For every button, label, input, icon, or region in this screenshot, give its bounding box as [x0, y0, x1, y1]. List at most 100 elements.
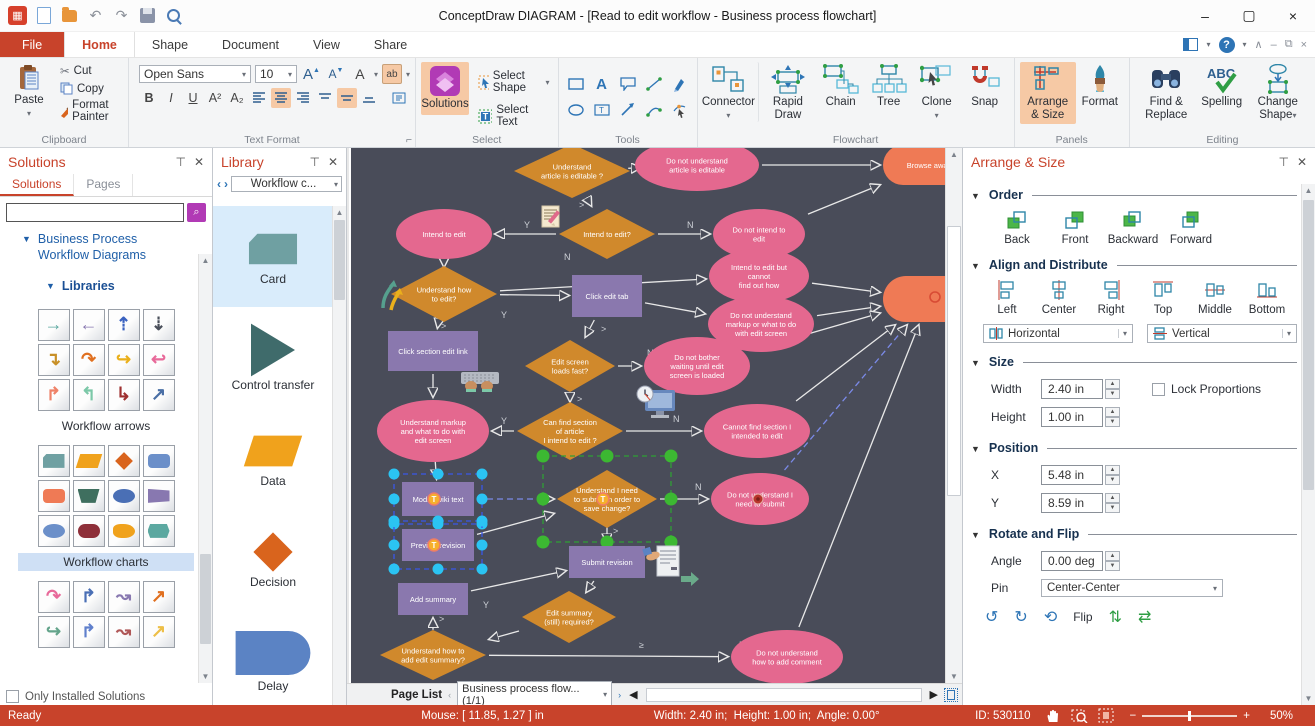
rectangle-tool[interactable]	[565, 73, 587, 95]
selection-handle[interactable]	[433, 469, 444, 480]
italic-button[interactable]: I	[161, 88, 181, 108]
height-down-icon[interactable]: ▼	[1105, 417, 1120, 427]
position-x-input[interactable]: 5.48 in	[1041, 465, 1103, 485]
shape-thumbnail[interactable]: ←	[73, 309, 105, 341]
pin-select[interactable]: Center-Center▾	[1041, 579, 1223, 597]
pin-icon[interactable]: ⊤	[309, 155, 319, 169]
shape-thumbnail[interactable]	[73, 480, 105, 512]
font-color-caret[interactable]: ▾	[374, 70, 378, 79]
selection-handle[interactable]	[601, 450, 614, 463]
next-page-icon[interactable]: ›	[616, 690, 623, 700]
shape-thumbnail[interactable]	[143, 515, 175, 547]
arrow-tool[interactable]	[617, 99, 639, 121]
tab-shape[interactable]: Shape	[135, 32, 205, 57]
tab-view[interactable]: View	[296, 32, 357, 57]
shape-thumbnail[interactable]	[143, 445, 175, 477]
subscript-button[interactable]: A₂	[227, 88, 247, 108]
underline-button[interactable]: U	[183, 88, 203, 108]
width-down-icon[interactable]: ▼	[1105, 389, 1120, 399]
selection-handle[interactable]	[389, 469, 400, 480]
align-bottom-button[interactable]	[359, 88, 379, 108]
selection-handle[interactable]	[389, 494, 400, 505]
x-up-icon[interactable]: ▲	[1105, 465, 1120, 475]
shape-thumbnail[interactable]: →	[38, 309, 70, 341]
canvas-vscrollbar[interactable]: ▲ ▼	[945, 148, 962, 683]
shape-thumbnail[interactable]: ↰	[73, 379, 105, 411]
superscript-button[interactable]: A²	[205, 88, 225, 108]
close-button[interactable]: ×	[1271, 1, 1315, 31]
redo-icon[interactable]: ↷	[112, 6, 131, 25]
close-panel-icon[interactable]: ✕	[194, 155, 204, 169]
solutions-subtab-pages[interactable]: Pages	[74, 174, 133, 196]
highlight-caret[interactable]: ▾	[406, 70, 410, 79]
shape-thumbnail[interactable]	[108, 480, 140, 512]
doc-minimize-icon[interactable]: –	[1271, 39, 1277, 51]
selection-handle[interactable]	[537, 450, 550, 463]
tree-button[interactable]: Tree	[865, 62, 913, 111]
selection-handle[interactable]	[477, 469, 488, 480]
shape-thumbnail[interactable]: ↷	[73, 344, 105, 376]
flowchart-node-rect[interactable]: Submit revision	[569, 546, 645, 578]
shape-thumbnail[interactable]: ↗	[143, 616, 175, 648]
order-backward-button[interactable]: Backward	[1107, 210, 1159, 246]
shape-thumbnail[interactable]	[108, 515, 140, 547]
flow-connector[interactable]	[500, 295, 569, 296]
library-item-card[interactable]: Card	[213, 206, 333, 307]
distribute-vertical-select[interactable]: Vertical▾	[1147, 324, 1297, 343]
scroll-right-icon[interactable]: ▶	[928, 688, 940, 701]
font-family-select[interactable]: Open Sans▾	[139, 65, 251, 83]
library-item-control-transfer[interactable]: Control transfer	[213, 307, 333, 408]
prev-page-icon[interactable]: ‹	[446, 690, 453, 700]
zoom-out-icon[interactable]: −	[1130, 710, 1137, 722]
y-down-icon[interactable]: ▼	[1105, 503, 1120, 513]
library-item-delay[interactable]: Delay	[213, 610, 333, 705]
shape-thumbnail[interactable]	[38, 515, 70, 547]
height-up-icon[interactable]: ▲	[1105, 407, 1120, 417]
ellipse-tool[interactable]	[565, 99, 587, 121]
solutions-button[interactable]: Solutions	[421, 62, 469, 115]
spelling-button[interactable]: ABC Spelling	[1198, 62, 1246, 111]
shape-thumbnail[interactable]	[108, 445, 140, 477]
snap-button[interactable]: Snap	[961, 62, 1009, 111]
selection-handle[interactable]	[433, 564, 444, 575]
panels-layout-icon[interactable]	[1183, 38, 1198, 51]
flowchart-node-rect[interactable]: Add summary	[398, 583, 468, 615]
flip-vertical-icon[interactable]: ⇅	[1109, 607, 1122, 627]
section-rotate-flip[interactable]: ▼Rotate and Flip	[971, 527, 1297, 541]
flowchart-node-ellipse[interactable]: Intend to edit	[396, 209, 492, 259]
save-icon[interactable]	[138, 6, 157, 25]
font-color-button[interactable]: A	[350, 64, 370, 84]
align-left-button[interactable]: Left	[983, 280, 1031, 316]
selection-handle[interactable]	[389, 540, 400, 551]
shape-thumbnail[interactable]: ↗	[143, 581, 175, 613]
doc-restore-icon[interactable]: ⧉	[1285, 38, 1293, 51]
close-panel-icon[interactable]: ✕	[328, 155, 338, 169]
flowchart-node-ellipse[interactable]: Do not understandhow to add comment	[731, 630, 843, 683]
angle-down-icon[interactable]: ▼	[1105, 561, 1120, 571]
shape-thumbnail[interactable]: ⇡	[108, 309, 140, 341]
shape-thumbnail[interactable]: ↩	[143, 344, 175, 376]
align-center-button[interactable]	[271, 88, 291, 108]
curve-tool[interactable]	[643, 99, 665, 121]
tab-file[interactable]: File	[0, 32, 64, 57]
maximize-button[interactable]: ▢	[1227, 1, 1271, 31]
shape-thumbnail[interactable]: ↴	[38, 344, 70, 376]
cut-button[interactable]: ✂Cut	[57, 62, 123, 80]
zoom-slider[interactable]: − +	[1130, 710, 1250, 722]
pin-icon[interactable]: ⊤	[175, 155, 185, 169]
solutions-scrollbar[interactable]: ▲ ▼	[198, 254, 212, 683]
align-right-button[interactable]	[293, 88, 313, 108]
shape-thumbnail[interactable]	[143, 480, 175, 512]
open-document-icon[interactable]	[60, 6, 79, 25]
selection-handle[interactable]	[389, 564, 400, 575]
callout-tool[interactable]	[617, 73, 639, 95]
pen-tool[interactable]	[669, 73, 691, 95]
width-up-icon[interactable]: ▲	[1105, 379, 1120, 389]
node-edit-tool[interactable]	[669, 99, 691, 121]
align-center-button[interactable]: Center	[1035, 280, 1083, 316]
scroll-left-icon[interactable]: ◀	[627, 688, 639, 701]
select-shape-button[interactable]: Select Shape▾	[475, 68, 552, 96]
align-left-button[interactable]	[249, 88, 269, 108]
shape-thumbnail[interactable]	[38, 445, 70, 477]
order-forward-button[interactable]: Forward	[1165, 210, 1217, 246]
